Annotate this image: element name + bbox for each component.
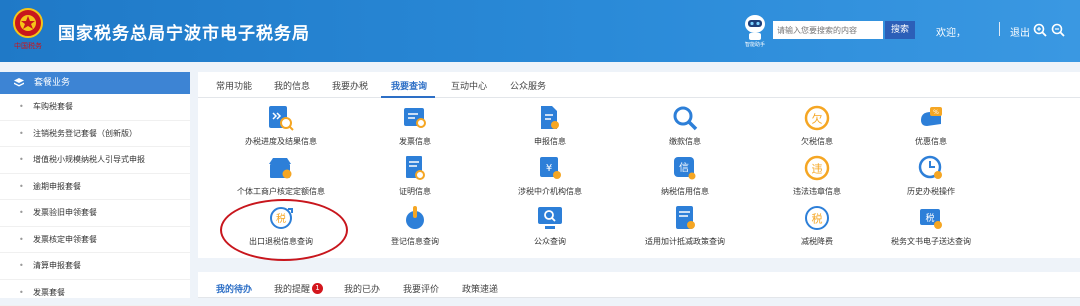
service-label: 个体工商户核定定额信息 [216, 186, 346, 197]
tab-my-todo[interactable]: 我的待办 [216, 282, 252, 295]
svg-text:欠: 欠 [812, 112, 823, 126]
discount-icon: % [917, 104, 945, 132]
service-label: 税务文书电子送达查询 [866, 236, 996, 247]
sidebar-item[interactable]: 发票核定申领套餐 [0, 227, 190, 254]
service-violation[interactable]: 违 违法违章信息 [752, 154, 882, 197]
tab-common[interactable]: 常用功能 [216, 79, 252, 92]
search-input[interactable] [773, 21, 883, 39]
site-title: 国家税务总局宁波市电子税务局 [58, 19, 310, 44]
service-label: 发票信息 [350, 136, 480, 147]
registration-icon [401, 204, 429, 232]
service-payment[interactable]: 缴款信息 [620, 104, 750, 147]
service-agency[interactable]: ¥ 涉税中介机构信息 [485, 154, 615, 197]
tax-owed-icon: 欠 [803, 104, 831, 132]
top-header: 中国税务 国家税务总局宁波市电子税务局 智能助手 搜索 欢迎， 退出 [0, 0, 1080, 62]
sidebar-item[interactable]: 车购税套餐 [0, 94, 190, 121]
service-label: 登记信息查询 [350, 236, 480, 247]
search-button[interactable]: 搜索 [885, 21, 915, 39]
service-label: 历史办税操作 [866, 186, 996, 197]
service-tax-owed[interactable]: 欠 欠税信息 [752, 104, 882, 147]
emblem-caption: 中国税务 [14, 41, 42, 50]
service-label: 涉税中介机构信息 [485, 186, 615, 197]
reminder-count-badge: 1 [312, 283, 323, 294]
tab-tax-handling[interactable]: 我要办税 [332, 79, 368, 92]
tab-interaction[interactable]: 互动中心 [451, 79, 487, 92]
sidebar-item[interactable]: 逾期申报套餐 [0, 174, 190, 201]
svg-text:违: 违 [812, 163, 823, 176]
monitor-search-icon [536, 204, 564, 232]
service-label: 适用加计抵减政策查询 [620, 236, 750, 247]
service-invoice[interactable]: 发票信息 [350, 104, 480, 147]
service-document-delivery[interactable]: 税 税务文书电子送达查询 [866, 204, 996, 247]
credit-icon: 信 [671, 154, 699, 182]
service-tax-reduction[interactable]: 税 减税降费 [752, 204, 882, 247]
service-merchant[interactable]: 个体工商户核定定额信息 [216, 154, 346, 197]
sidebar-item[interactable]: 发票验旧申领套餐 [0, 200, 190, 227]
tab-query[interactable]: 我要查询 [391, 79, 427, 92]
logout-link[interactable]: 退出 [1010, 24, 1030, 39]
sidebar-title: 套餐业务 [34, 78, 70, 88]
svg-text:税: 税 [925, 212, 934, 224]
package-icon [14, 78, 24, 88]
service-policy[interactable]: 适用加计抵减政策查询 [620, 204, 750, 247]
sidebar-item[interactable]: 发票套餐 [0, 280, 190, 306]
task-tab-bar: 我的待办 我的提醒 我的已办 我要评价 政策速递 [198, 272, 1080, 298]
tax-emblem-icon: 中国税务 [10, 6, 46, 52]
sidebar-item[interactable]: 增值税小规模纳税人引导式申报 [0, 147, 190, 174]
robot-assistant-icon[interactable]: 智能助手 [738, 12, 772, 48]
service-label: 优惠信息 [866, 136, 996, 147]
active-tab-indicator [381, 96, 435, 98]
robot-label: 智能助手 [745, 41, 765, 48]
service-public-query[interactable]: 公众查询 [485, 204, 615, 247]
tab-rate[interactable]: 我要评价 [403, 282, 439, 295]
sidebar-item[interactable]: 清算申报套餐 [0, 253, 190, 280]
service-certificate[interactable]: 证明信息 [350, 154, 480, 197]
progress-search-icon [267, 104, 295, 132]
magnifier-icon [671, 104, 699, 132]
declaration-icon [536, 104, 564, 132]
sidebar-header[interactable]: 套餐业务 [0, 72, 190, 94]
tab-policy-express[interactable]: 政策速递 [462, 282, 498, 295]
welcome-text: 欢迎， [936, 24, 966, 39]
highlight-circle-annotation [220, 199, 348, 261]
tab-public-service[interactable]: 公众服务 [510, 79, 546, 92]
svg-text:%: % [933, 109, 939, 116]
history-clock-icon [917, 154, 945, 182]
tab-my-reminders[interactable]: 我的提醒 [274, 282, 310, 295]
policy-icon [671, 204, 699, 232]
invoice-icon [401, 104, 429, 132]
service-progress[interactable]: 办税进度及结果信息 [216, 104, 346, 147]
service-label: 减税降费 [752, 236, 882, 247]
tab-my-info[interactable]: 我的信息 [274, 79, 310, 92]
violation-icon: 违 [803, 154, 831, 182]
service-credit[interactable]: 信 纳税信用信息 [620, 154, 750, 197]
tab-my-completed[interactable]: 我的已办 [344, 282, 380, 295]
service-label: 纳税信用信息 [620, 186, 750, 197]
svg-text:¥: ¥ [546, 163, 552, 174]
tab-bar: 常用功能 我的信息 我要办税 我要查询 互动中心 公众服务 [198, 72, 1080, 98]
zoom-in-icon[interactable] [1033, 23, 1047, 37]
merchant-icon [267, 154, 295, 182]
service-discount[interactable]: % 优惠信息 [866, 104, 996, 147]
zoom-out-icon[interactable] [1051, 23, 1065, 37]
header-divider [999, 22, 1000, 36]
service-label: 申报信息 [485, 136, 615, 147]
sidebar: 套餐业务 车购税套餐 注销税务登记套餐（创新版） 增值税小规模纳税人引导式申报 … [0, 72, 190, 298]
service-declaration[interactable]: 申报信息 [485, 104, 615, 147]
service-label: 缴款信息 [620, 136, 750, 147]
agency-icon: ¥ [536, 154, 564, 182]
tax-reduction-icon: 税 [803, 204, 831, 232]
sidebar-item[interactable]: 注销税务登记套餐（创新版） [0, 121, 190, 148]
service-label: 公众查询 [485, 236, 615, 247]
service-history[interactable]: 历史办税操作 [866, 154, 996, 197]
svg-text:信: 信 [679, 162, 689, 174]
service-label: 证明信息 [350, 186, 480, 197]
certificate-icon [401, 154, 429, 182]
service-label: 欠税信息 [752, 136, 882, 147]
service-label: 办税进度及结果信息 [216, 136, 346, 147]
service-registration[interactable]: 登记信息查询 [350, 204, 480, 247]
document-delivery-icon: 税 [917, 204, 945, 232]
svg-text:税: 税 [812, 212, 823, 226]
service-label: 违法违章信息 [752, 186, 882, 197]
